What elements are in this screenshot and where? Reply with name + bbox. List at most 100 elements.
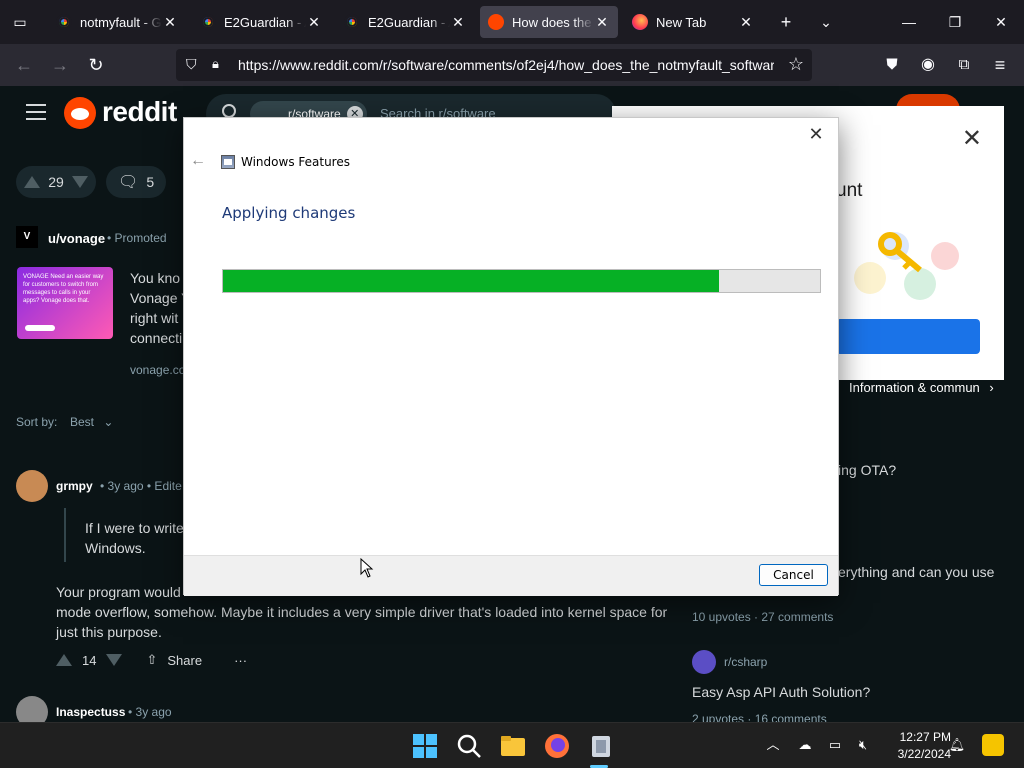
- close-icon[interactable]: ✕: [804, 122, 828, 146]
- tab-list-icon[interactable]: ▭: [8, 10, 32, 34]
- promo-user[interactable]: u/vonage: [48, 231, 105, 246]
- close-icon[interactable]: ✕: [962, 124, 982, 153]
- url-text[interactable]: https://www.reddit.com/r/software/commen…: [238, 57, 774, 73]
- file-explorer-icon[interactable]: [500, 733, 526, 759]
- vonage-avatar[interactable]: V: [16, 226, 38, 248]
- windows-features-dialog: ✕ ← Windows Features Applying changes Ca…: [183, 117, 839, 596]
- search-icon[interactable]: [456, 733, 482, 759]
- share-button[interactable]: Share: [167, 653, 202, 668]
- close-tab-icon[interactable]: ✕: [162, 14, 178, 31]
- promo-image[interactable]: VONAGE Need an easier way for customers …: [17, 267, 113, 339]
- back-icon[interactable]: ←: [12, 53, 36, 77]
- card-primary-button[interactable]: [836, 319, 980, 354]
- sidebar-question[interactable]: Easy Asp API Auth Solution?: [692, 684, 870, 700]
- google-icon: [200, 14, 216, 30]
- system-clock[interactable]: 12:27 PM 3/22/2024: [881, 729, 951, 763]
- cancel-button[interactable]: Cancel: [759, 564, 828, 586]
- comment-author[interactable]: grmpy: [56, 479, 93, 493]
- copilot-icon[interactable]: [982, 734, 1004, 756]
- sort-label: Sort by:: [16, 415, 58, 429]
- chevron-down-icon[interactable]: ⌄: [814, 10, 838, 34]
- quote-line: If I were to write: [85, 520, 184, 536]
- promo-domain[interactable]: vonage.co: [130, 363, 185, 377]
- search-icon: [222, 104, 236, 118]
- display-icon[interactable]: ▭: [826, 736, 844, 754]
- sidebar-question[interactable]: ing OTA?: [838, 462, 896, 478]
- progress-bar: [222, 269, 821, 293]
- pocket-icon[interactable]: ⛊: [880, 53, 904, 77]
- tab-4[interactable]: New Tab ✕: [624, 6, 762, 38]
- windows-features-app-icon[interactable]: [588, 733, 614, 759]
- tab-2[interactable]: E2Guardian - Ac ✕: [336, 6, 474, 38]
- comment-author[interactable]: Inaspectuss: [56, 705, 125, 719]
- progress-fill: [223, 270, 719, 292]
- promo-image-button: [25, 325, 55, 331]
- hamburger-menu-icon[interactable]: [26, 104, 46, 120]
- avatar[interactable]: [16, 696, 48, 722]
- restore-icon[interactable]: ❐: [940, 8, 970, 36]
- reload-icon[interactable]: ↻: [84, 53, 108, 77]
- sidebar-subreddit[interactable]: r/csharp: [724, 655, 767, 669]
- upvote-icon[interactable]: [24, 176, 40, 188]
- comment-line: mode overflow, somehow. Maybe it include…: [56, 604, 668, 620]
- menu-icon[interactable]: ≡: [988, 53, 1012, 77]
- share-icon[interactable]: ⇧: [146, 652, 157, 668]
- network-icon[interactable]: ☁: [796, 736, 814, 754]
- reddit-logo-icon[interactable]: [64, 97, 96, 129]
- reddit-icon: [488, 14, 504, 30]
- chevron-up-icon[interactable]: ︿: [764, 736, 782, 754]
- volume-muted-icon[interactable]: 🔇︎: [854, 736, 872, 754]
- quote-line: Windows.: [85, 540, 146, 556]
- comment-actions: 14 ⇧ Share ···: [56, 652, 247, 668]
- sort-dropdown[interactable]: Best ⌄: [70, 415, 113, 429]
- google-icon: [56, 14, 72, 30]
- firefox-icon: [632, 14, 648, 30]
- tab-3[interactable]: How does the N ✕: [480, 6, 618, 38]
- key-illustration-icon: [854, 232, 959, 300]
- csharp-subreddit-icon[interactable]: [692, 650, 716, 674]
- extensions-icon[interactable]: ⧉: [952, 53, 976, 77]
- bookmark-star-icon[interactable]: ☆: [788, 54, 804, 75]
- close-tab-icon[interactable]: ✕: [738, 14, 754, 31]
- tab-title: E2Guardian - Ac: [368, 14, 450, 30]
- new-tab-icon[interactable]: +: [774, 10, 798, 34]
- lock-icon[interactable]: 🔒︎: [212, 56, 219, 72]
- shield-icon[interactable]: ⛉: [186, 56, 197, 73]
- sidebar-question[interactable]: erything and can you use: [838, 564, 994, 580]
- chevron-right-icon: ›: [989, 380, 994, 395]
- post-vote-count: 29: [48, 174, 64, 190]
- more-options-icon[interactable]: ···: [234, 653, 247, 668]
- footer-link[interactable]: Information & commun ›: [849, 380, 994, 395]
- dialog-heading: Applying changes: [222, 204, 356, 222]
- notification-bell-icon[interactable]: 🔔︎: [948, 736, 966, 754]
- firefox-icon[interactable]: [544, 733, 570, 759]
- url-bar[interactable]: ⛉ 🔒︎ https://www.reddit.com/r/software/c…: [176, 49, 812, 81]
- forward-icon[interactable]: →: [48, 53, 72, 77]
- upvote-icon[interactable]: [56, 654, 72, 666]
- dialog-title: Windows Features: [241, 155, 350, 169]
- close-window-icon[interactable]: ✕: [986, 8, 1016, 36]
- sidebar-stats: 10 upvotes · 27 comments: [692, 610, 834, 624]
- windows-start-icon[interactable]: [412, 733, 438, 759]
- minimize-icon[interactable]: —: [894, 8, 924, 36]
- close-tab-icon[interactable]: ✕: [450, 14, 466, 31]
- avatar[interactable]: [16, 470, 48, 502]
- account-icon[interactable]: ◉: [916, 53, 940, 77]
- downvote-icon[interactable]: [71, 176, 88, 188]
- tab-0[interactable]: notmyfault - Go ✕: [48, 6, 186, 38]
- comment-meta: • 3y ago • Edite: [100, 479, 182, 493]
- comment-vote-count: 14: [82, 652, 97, 668]
- promo-image-text: VONAGE Need an easier way for customers …: [23, 274, 104, 304]
- promo-body: You kno Vonage Y right wit connecti: [130, 268, 190, 348]
- windows-features-icon: [221, 155, 235, 169]
- comment-line: just this purpose.: [56, 624, 162, 640]
- close-tab-icon[interactable]: ✕: [306, 14, 322, 31]
- reddit-logo-text[interactable]: reddit: [102, 96, 177, 128]
- tab-1[interactable]: E2Guardian - Ac ✕: [192, 6, 330, 38]
- windows-taskbar: ︿ ☁ ▭ 🔇︎ 12:27 PM 3/22/2024 🔔︎: [0, 722, 1024, 768]
- promo-line: Vonage Y: [130, 290, 191, 306]
- post-comments-button[interactable]: 🗨︎ 5: [106, 166, 166, 198]
- downvote-icon[interactable]: [106, 654, 123, 666]
- close-tab-icon[interactable]: ✕: [594, 14, 610, 31]
- card-title: unt: [836, 180, 863, 201]
